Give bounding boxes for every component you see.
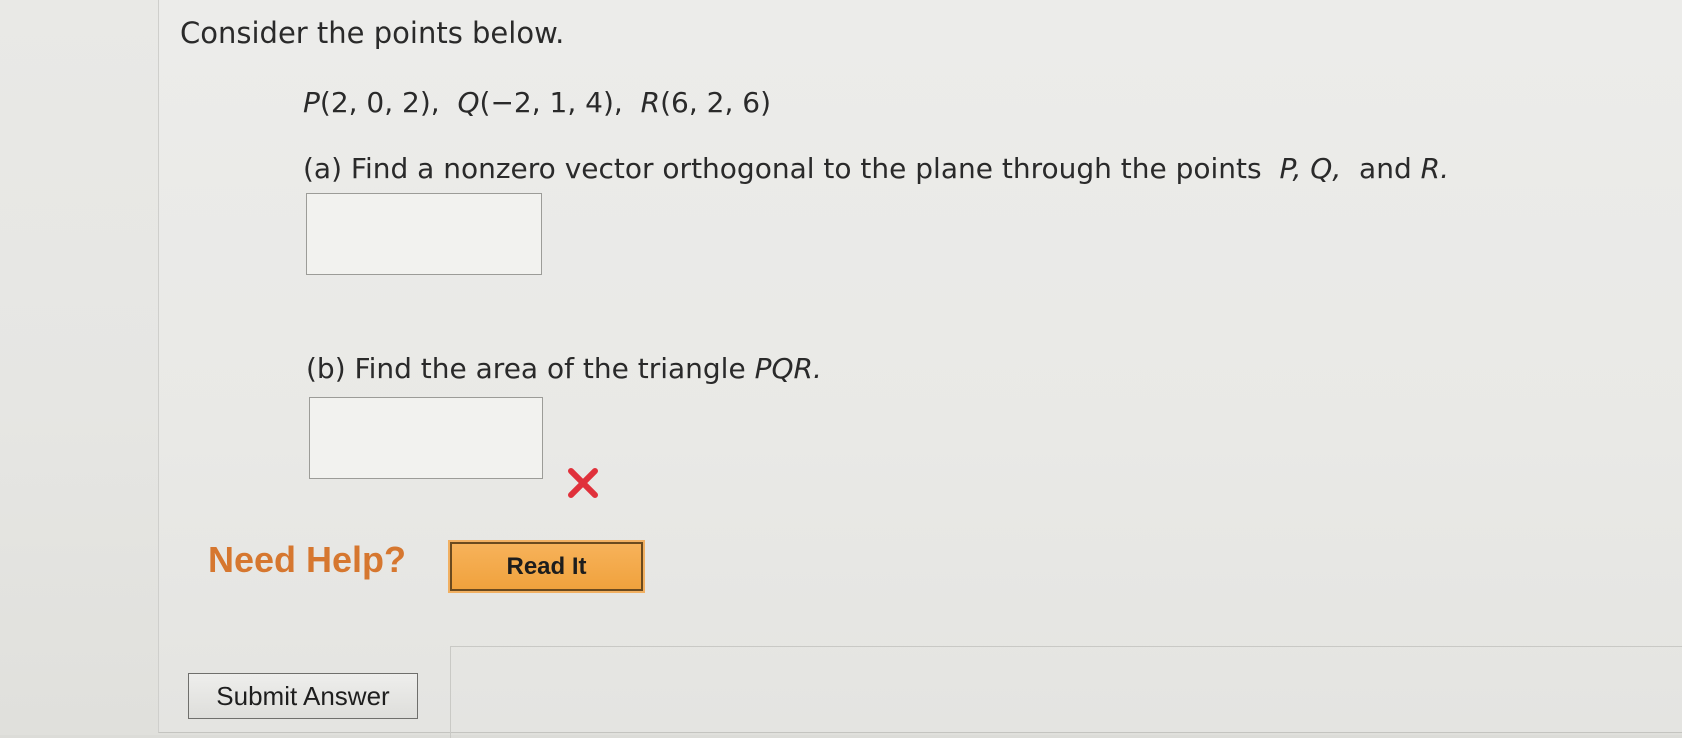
part-a-point-p: P, [1279,152,1302,185]
part-a-question: (a) Find a nonzero vector orthogonal to … [303,152,1449,185]
need-help-label: Need Help? [208,539,407,580]
incorrect-x-icon [568,468,598,498]
point-r-coords: (6, 2, 6) [660,86,771,119]
point-q-coords: (−2, 1, 4), [479,86,623,119]
part-a-point-r: R. [1420,152,1449,185]
point-q-name: Q [457,86,480,119]
point-p-coords: (2, 0, 2), [319,86,440,119]
part-b-triangle: PQR. [754,352,822,385]
part-a-point-q: Q, [1310,152,1342,185]
part-a-label: (a) Find a nonzero vector orthogonal to … [303,152,1262,185]
response-area-divider [450,646,1682,738]
part-b-question: (b) Find the area of the triangle PQR. [306,352,822,385]
part-b-answer-input[interactable] [309,397,543,479]
question-prompt: Consider the points below. [180,16,565,50]
submit-answer-button[interactable]: Submit Answer [188,673,418,719]
points-list: P(2, 0, 2), Q(−2, 1, 4), R(6, 2, 6) [303,86,771,119]
point-p-name: P [303,86,320,119]
read-it-button[interactable]: Read It [448,540,645,593]
point-r-name: R [640,86,661,119]
part-a-and: and [1359,152,1412,185]
part-b-label: (b) Find the area of the triangle [306,352,746,385]
part-a-answer-input[interactable] [306,193,542,275]
